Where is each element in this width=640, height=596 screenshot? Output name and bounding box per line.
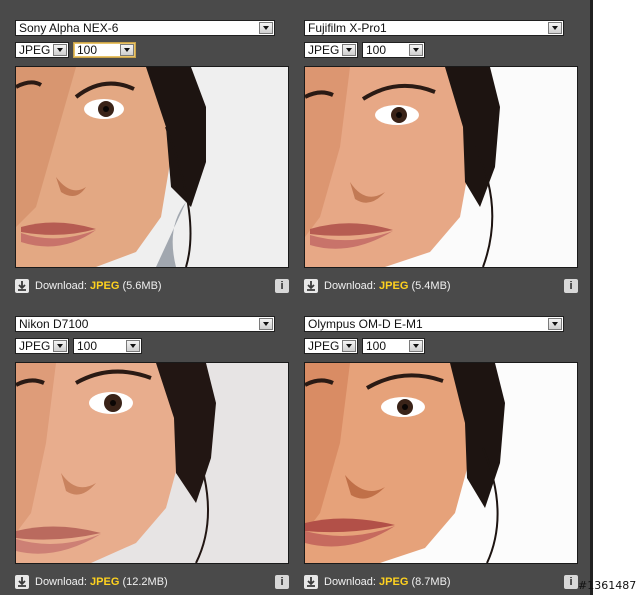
format-select-value: JPEG (308, 339, 340, 353)
quality-select-value: 100 (366, 339, 387, 353)
download-link[interactable]: Download: JPEG (5.4MB) (324, 280, 451, 292)
chevron-down-icon[interactable] (120, 44, 134, 56)
info-button[interactable]: i (275, 279, 289, 293)
info-button[interactable]: i (275, 575, 289, 589)
quality-select-value: 100 (366, 43, 387, 57)
download-row: Download: JPEG (12.2MB) i (15, 574, 289, 592)
chevron-down-icon[interactable] (53, 340, 67, 352)
chevron-down-icon[interactable] (126, 340, 140, 352)
sample-photo (304, 362, 578, 564)
download-format[interactable]: JPEG (379, 280, 408, 292)
download-link[interactable]: Download: JPEG (5.6MB) (35, 280, 162, 292)
download-label: Download: (324, 576, 376, 588)
download-icon[interactable] (15, 575, 29, 589)
camera-select-value: Nikon D7100 (19, 317, 89, 331)
panel-edge (590, 0, 593, 595)
download-format[interactable]: JPEG (379, 576, 408, 588)
download-icon[interactable] (304, 279, 318, 293)
camera-cell-fujifilm: Fujifilm X-Pro1 JPEG 100 Download: JPEG … (304, 20, 578, 300)
download-link[interactable]: Download: JPEG (12.2MB) (35, 576, 168, 588)
format-select-value: JPEG (19, 43, 51, 57)
download-size: (8.7MB) (411, 576, 451, 588)
download-format[interactable]: JPEG (90, 576, 119, 588)
camera-cell-sony: Sony Alpha NEX-6 JPEG 100 Download: JPEG… (15, 20, 289, 300)
download-size: (12.2MB) (122, 576, 168, 588)
format-select-value: JPEG (19, 339, 51, 353)
format-select[interactable]: JPEG (304, 42, 358, 58)
chevron-down-icon[interactable] (259, 318, 273, 330)
sample-photo (304, 66, 578, 268)
chevron-down-icon[interactable] (409, 340, 423, 352)
chevron-down-icon[interactable] (259, 22, 273, 34)
download-label: Download: (324, 280, 376, 292)
format-select[interactable]: JPEG (15, 338, 69, 354)
download-size: (5.4MB) (411, 280, 451, 292)
download-format[interactable]: JPEG (90, 280, 119, 292)
chevron-down-icon[interactable] (342, 340, 356, 352)
camera-select-value: Fujifilm X-Pro1 (308, 21, 387, 35)
camera-select-value: Olympus OM-D E-M1 (308, 317, 423, 331)
chevron-down-icon[interactable] (548, 22, 562, 34)
sample-photo (15, 66, 289, 268)
format-select[interactable]: JPEG (304, 338, 358, 354)
download-row: Download: JPEG (8.7MB) i (304, 574, 578, 592)
camera-select-value: Sony Alpha NEX-6 (19, 21, 119, 35)
camera-cell-nikon: Nikon D7100 JPEG 100 Download: JPEG (12.… (15, 316, 289, 596)
download-label: Download: (35, 280, 87, 292)
download-row: Download: JPEG (5.4MB) i (304, 278, 578, 296)
download-label: Download: (35, 576, 87, 588)
info-button[interactable]: i (564, 575, 578, 589)
download-row: Download: JPEG (5.6MB) i (15, 278, 289, 296)
format-select[interactable]: JPEG (15, 42, 69, 58)
format-select-value: JPEG (308, 43, 340, 57)
chevron-down-icon[interactable] (53, 44, 67, 56)
quality-select[interactable]: 100 (362, 338, 425, 354)
download-icon[interactable] (304, 575, 318, 589)
quality-select[interactable]: 100 (73, 42, 136, 58)
download-link[interactable]: Download: JPEG (8.7MB) (324, 576, 451, 588)
camera-select[interactable]: Olympus OM-D E-M1 (304, 316, 564, 332)
chevron-down-icon[interactable] (342, 44, 356, 56)
quality-select-value: 100 (77, 339, 98, 353)
sample-photo (15, 362, 289, 564)
chevron-down-icon[interactable] (548, 318, 562, 330)
camera-select[interactable]: Sony Alpha NEX-6 (15, 20, 275, 36)
info-button[interactable]: i (564, 279, 578, 293)
quality-select-value: 100 (77, 43, 98, 57)
chevron-down-icon[interactable] (409, 44, 423, 56)
quality-select[interactable]: 100 (362, 42, 425, 58)
download-icon[interactable] (15, 279, 29, 293)
camera-cell-olympus: Olympus OM-D E-M1 JPEG 100 Download: JPE… (304, 316, 578, 596)
download-size: (5.6MB) (122, 280, 162, 292)
quality-select[interactable]: 100 (73, 338, 142, 354)
watermark-text: #1361487 (578, 579, 637, 592)
camera-select[interactable]: Nikon D7100 (15, 316, 275, 332)
camera-select[interactable]: Fujifilm X-Pro1 (304, 20, 564, 36)
